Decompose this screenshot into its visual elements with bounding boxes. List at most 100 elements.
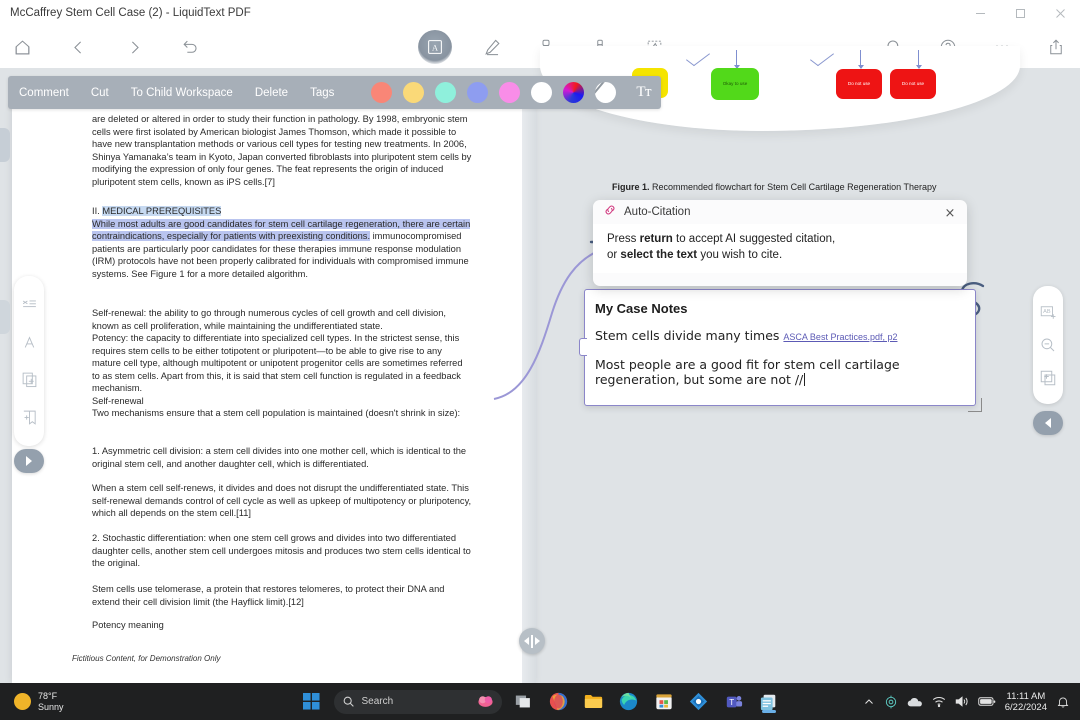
windows-start-icon[interactable] bbox=[299, 689, 325, 715]
add-page-icon[interactable] bbox=[21, 371, 38, 388]
swatch-red[interactable] bbox=[371, 82, 393, 103]
network-settings-icon[interactable] bbox=[884, 695, 898, 709]
chevron-left-icon[interactable] bbox=[64, 33, 92, 61]
zoom-out-icon[interactable] bbox=[1039, 336, 1057, 354]
document-paragraph: When a stem cell self-renews, it divides… bbox=[92, 483, 472, 518]
edge-icon[interactable] bbox=[616, 689, 642, 715]
close-icon[interactable]: × bbox=[942, 205, 958, 221]
minimize-icon[interactable] bbox=[960, 0, 1000, 26]
swatch-mint[interactable] bbox=[435, 82, 457, 103]
outline-icon[interactable] bbox=[21, 296, 38, 313]
search-input[interactable]: Search bbox=[333, 689, 502, 714]
task-view-icon[interactable] bbox=[511, 689, 537, 715]
notes-line-1[interactable]: Stem cells divide many times ASCA Best P… bbox=[585, 316, 975, 345]
flow-node-donotuse-2[interactable]: Do not use bbox=[890, 69, 936, 99]
clock-time: 11:11 AM bbox=[1006, 690, 1046, 702]
ac-l2-post: you wish to cite. bbox=[697, 249, 783, 261]
auto-citation-line-2: or select the text you wish to cite. bbox=[607, 247, 953, 263]
collapse-right-panel-toggle[interactable] bbox=[1033, 411, 1063, 435]
pdf-document-page[interactable]: showed the formation of murine genetic m… bbox=[12, 105, 534, 683]
notes-card-anchor-tab[interactable] bbox=[579, 338, 587, 356]
swatch-blue[interactable] bbox=[467, 82, 489, 103]
collapse-left-panel-toggle[interactable] bbox=[14, 449, 44, 473]
swatch-white[interactable] bbox=[531, 82, 553, 103]
undo-icon[interactable] bbox=[176, 33, 204, 61]
auto-citation-title: Auto-Citation bbox=[624, 206, 691, 218]
auto-citation-header: Auto-Citation bbox=[593, 200, 967, 224]
flow-node-okay[interactable]: Okay to use bbox=[711, 68, 759, 100]
notes-card[interactable]: My Case Notes Stem cells divide many tim… bbox=[584, 289, 976, 406]
document-paragraph: Self-renewal: the ability to go through … bbox=[92, 308, 463, 418]
chevron-right-icon[interactable] bbox=[120, 33, 148, 61]
flow-node-donotuse-1[interactable]: Do not use bbox=[836, 69, 882, 99]
ctx-tags-button[interactable]: Tags bbox=[299, 87, 345, 99]
title-bar: McCaffrey Stem Cell Case (2) - LiquidTex… bbox=[0, 0, 1080, 26]
taskbar-system-tray: 11:11 AM 6/22/2024 bbox=[863, 683, 1070, 720]
left-edge-stub[interactable] bbox=[0, 128, 10, 162]
ctx-text-format-icon[interactable]: Tт bbox=[636, 84, 651, 101]
ctx-delete-button[interactable]: Delete bbox=[244, 87, 299, 99]
ac-l1-post: to accept AI suggested citation, bbox=[672, 233, 836, 245]
text-style-icon[interactable] bbox=[21, 334, 38, 351]
onedrive-icon[interactable] bbox=[907, 696, 923, 708]
text-cursor bbox=[804, 373, 806, 386]
battery-icon[interactable] bbox=[977, 696, 996, 707]
swatch-multicolor[interactable] bbox=[563, 82, 585, 103]
ac-l1-pre: Press bbox=[607, 233, 640, 245]
clock-date: 6/22/2024 bbox=[1004, 701, 1047, 713]
liquidtext-app-window: McCaffrey Stem Cell Case (2) - LiquidTex… bbox=[0, 0, 1080, 683]
teams-icon[interactable]: T bbox=[721, 689, 747, 715]
document-paragraph: II. MEDICAL PREREQUISITES While most adul… bbox=[92, 206, 471, 279]
notes-resize-handle[interactable] bbox=[968, 398, 982, 412]
auto-citation-line-1: Press return to accept AI suggested cita… bbox=[607, 231, 953, 247]
liquidtext-icon[interactable] bbox=[756, 689, 782, 715]
document-paragraph: are deleted or altered in order to study… bbox=[92, 114, 472, 187]
close-icon[interactable] bbox=[1040, 0, 1080, 26]
flow-chevron-2 bbox=[809, 47, 835, 67]
page-width-handle[interactable] bbox=[519, 628, 545, 654]
pen-icon[interactable] bbox=[478, 33, 506, 61]
active-app-indicator bbox=[761, 710, 776, 713]
svg-text:A: A bbox=[432, 43, 438, 52]
swatch-yellow[interactable] bbox=[403, 82, 425, 103]
notes-line-2[interactable]: Most people are a good fit for stem cell… bbox=[585, 345, 975, 387]
flow-arrow-3 bbox=[915, 50, 923, 69]
text-select-icon[interactable]: A bbox=[418, 30, 452, 64]
ctx-to-child-workspace-button[interactable]: To Child Workspace bbox=[120, 87, 244, 99]
copilot-icon[interactable] bbox=[477, 693, 494, 711]
flow-arrow-1 bbox=[733, 50, 741, 69]
taskbar-clock[interactable]: 11:11 AM 6/22/2024 bbox=[1005, 691, 1047, 713]
swatch-no-color[interactable] bbox=[595, 82, 617, 103]
share-export-icon[interactable] bbox=[1042, 33, 1070, 61]
document-paragraph: 1. Asymmetric cell division: a stem cell… bbox=[92, 446, 467, 469]
left-edge-stub-lower[interactable] bbox=[0, 300, 10, 334]
copilot-taskbar-icon[interactable] bbox=[546, 689, 572, 715]
svg-text:AB: AB bbox=[1043, 309, 1051, 315]
home-icon[interactable] bbox=[8, 33, 36, 61]
ac-l1-bold: return bbox=[639, 233, 673, 245]
maximize-icon[interactable] bbox=[1000, 0, 1040, 26]
document-paragraph: 2. Stochastic differentiation: when one … bbox=[92, 533, 471, 568]
link-chain-icon bbox=[603, 203, 617, 222]
notes-citation-link[interactable]: ASCA Best Practices.pdf, p2 bbox=[783, 332, 897, 342]
bell-icon[interactable] bbox=[1056, 695, 1070, 709]
file-explorer-icon[interactable] bbox=[581, 689, 607, 715]
window-controls bbox=[960, 0, 1080, 26]
add-text-box-icon[interactable]: AB bbox=[1039, 303, 1057, 321]
wifi-icon[interactable] bbox=[932, 695, 946, 708]
notes-line-2-text: Most people are a good fit for stem cell… bbox=[595, 357, 900, 387]
add-card-icon[interactable] bbox=[1039, 369, 1057, 387]
outlook-icon[interactable] bbox=[686, 689, 712, 715]
store-icon[interactable] bbox=[651, 689, 677, 715]
flow-arrow-2 bbox=[857, 50, 865, 69]
volume-icon[interactable] bbox=[955, 695, 969, 708]
figure-caption-text: Recommended flowchart for Stem Cell Cart… bbox=[649, 182, 937, 192]
auto-citation-popup: Auto-Citation × Press return to accept A… bbox=[593, 200, 967, 286]
flow-chevron-1 bbox=[685, 47, 711, 67]
add-excerpt-icon[interactable] bbox=[21, 409, 38, 426]
swatch-pink[interactable] bbox=[499, 82, 521, 103]
show-hidden-icons-icon[interactable] bbox=[863, 696, 875, 708]
windows-taskbar: 78°F Sunny Search T 11:11 AM 6/22/2024 bbox=[0, 683, 1080, 720]
ctx-comment-button[interactable]: Comment bbox=[8, 87, 80, 99]
ctx-cut-button[interactable]: Cut bbox=[80, 87, 120, 99]
